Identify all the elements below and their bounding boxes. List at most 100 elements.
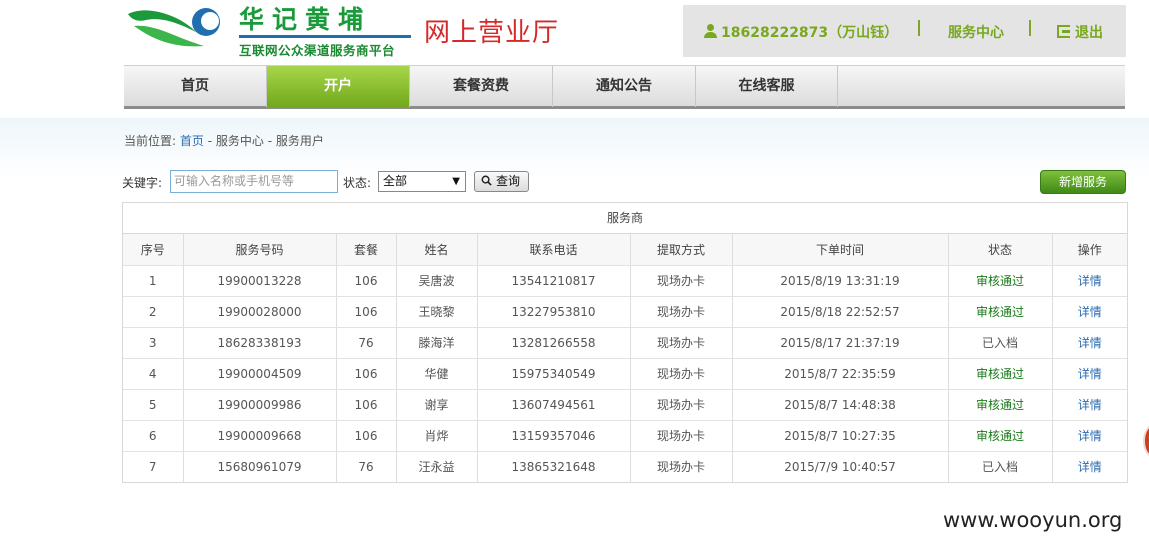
cell-order-time: 2015/8/7 14:48:38 (732, 389, 949, 421)
cell-service-number: 15680961079 (183, 451, 337, 482)
logout-label: 退出 (1075, 25, 1103, 41)
cell-pickup: 现场办卡 (630, 265, 733, 297)
main-nav: 首页 开户 套餐资费 通知公告 在线客服 (124, 65, 1125, 109)
details-link[interactable]: 详情 (1052, 327, 1127, 359)
breadcrumb: 当前位置: 首页 - 服务中心 - 服务用户 (124, 132, 324, 149)
nav-item-open-account[interactable]: 开户 (267, 66, 410, 107)
cell-pickup: 现场办卡 (630, 327, 733, 359)
cell-phone: 13541210817 (477, 265, 631, 297)
cell-pickup: 现场办卡 (630, 420, 733, 452)
keyword-input[interactable]: 可输入名称或手机号等 (170, 170, 338, 193)
details-link[interactable]: 详情 (1052, 265, 1127, 297)
cell-index: 5 (123, 389, 184, 421)
cell-order-time: 2015/8/19 13:31:19 (732, 265, 949, 297)
cell-service-number: 19900013228 (183, 265, 337, 297)
cell-plan: 106 (336, 296, 397, 328)
cell-plan: 106 (336, 420, 397, 452)
cell-order-time: 2015/8/7 10:27:35 (732, 420, 949, 452)
column-header-index: 序号 (123, 234, 184, 266)
column-header-name: 姓名 (396, 234, 478, 266)
brand-divider (239, 35, 411, 38)
cell-service-number: 19900004509 (183, 358, 337, 390)
user-bar: 18628222873（万山钰） 服务中心 退出 (683, 5, 1126, 57)
nav-item-home[interactable]: 首页 (124, 66, 267, 107)
column-header-action: 操作 (1052, 234, 1127, 266)
cell-phone: 13607494561 (477, 389, 631, 421)
details-link[interactable]: 详情 (1052, 389, 1127, 421)
cell-pickup: 现场办卡 (630, 389, 733, 421)
nav-item-notices[interactable]: 通知公告 (553, 66, 696, 107)
cell-name: 滕海洋 (396, 327, 478, 359)
query-button[interactable]: 查询 (474, 171, 529, 192)
service-center-link[interactable]: 服务中心 (948, 22, 1004, 42)
brand-name: 华记黄埔 (239, 5, 372, 34)
column-header-status: 状态 (948, 234, 1053, 266)
keyword-label: 关键字: (122, 176, 163, 190)
details-link[interactable]: 详情 (1052, 420, 1127, 452)
column-header-phone: 联系电话 (477, 234, 631, 266)
cell-name: 汪永益 (396, 451, 478, 482)
breadcrumb-prefix: 当前位置: (124, 134, 177, 148)
logout-icon (1057, 25, 1070, 38)
breadcrumb-home-link[interactable]: 首页 (180, 134, 204, 148)
divider (918, 20, 920, 36)
status-label: 状态: (343, 176, 372, 190)
table-header-row: 序号 服务号码 套餐 姓名 联系电话 提取方式 下单时间 状态 操作 (123, 234, 1127, 266)
cell-pickup: 现场办卡 (630, 296, 733, 328)
user-account-label: 18628222873（万山钰） (721, 25, 899, 41)
user-account[interactable]: 18628222873（万山钰） (704, 22, 898, 42)
cell-phone: 13865321648 (477, 451, 631, 482)
nav-item-plans[interactable]: 套餐资费 (410, 66, 553, 107)
search-icon (481, 175, 492, 186)
logout-link[interactable]: 退出 (1057, 22, 1103, 42)
cell-status: 审核通过 (948, 265, 1053, 297)
table-row: 2 19900028000 106 王晓黎 13227953810 现场办卡 2… (123, 296, 1127, 328)
cell-pickup: 现场办卡 (630, 451, 733, 482)
table-row: 7 15680961079 76 汪永益 13865321648 现场办卡 20… (123, 451, 1127, 482)
dropdown-arrow-icon: ▼ (452, 176, 460, 187)
search-bar: 关键字: 可输入名称或手机号等 状态: 全部 ▼ 查询 新增服务 (122, 170, 1126, 196)
details-link[interactable]: 详情 (1052, 451, 1127, 482)
site-title: 网上营业厅 (424, 18, 560, 48)
breadcrumb-separator: - (263, 134, 276, 148)
status-select[interactable]: 全部 ▼ (378, 171, 466, 192)
cell-plan: 76 (336, 327, 397, 359)
cell-plan: 106 (336, 358, 397, 390)
status-select-value: 全部 (383, 174, 408, 188)
table-row: 5 19900009986 106 谢享 13607494561 现场办卡 20… (123, 389, 1127, 421)
table-row: 1 19900013228 106 吴唐波 13541210817 现场办卡 2… (123, 265, 1127, 297)
cell-index: 4 (123, 358, 184, 390)
column-header-order-time: 下单时间 (732, 234, 949, 266)
cell-phone: 13281266558 (477, 327, 631, 359)
details-link[interactable]: 详情 (1052, 358, 1127, 390)
service-table: 服务商 序号 服务号码 套餐 姓名 联系电话 提取方式 下单时间 状态 操作 1… (122, 202, 1128, 483)
breadcrumb-current: 服务用户 (275, 134, 324, 148)
breadcrumb-separator: - (203, 134, 216, 148)
header: 华记黄埔 互联网公众渠道服务商平台 网上营业厅 18628222873（万山钰）… (0, 0, 1149, 118)
logo[interactable]: 华记黄埔 互联网公众渠道服务商平台 (126, 2, 416, 58)
cell-status: 审核通过 (948, 358, 1053, 390)
cell-phone: 13227953810 (477, 296, 631, 328)
cell-name: 肖烨 (396, 420, 478, 452)
cell-order-time: 2015/8/18 22:52:57 (732, 296, 949, 328)
details-link[interactable]: 详情 (1052, 296, 1127, 328)
query-button-label: 查询 (496, 174, 521, 188)
cell-status: 审核通过 (948, 420, 1053, 452)
cell-plan: 76 (336, 451, 397, 482)
table-row: 4 19900004509 106 华健 15975340549 现场办卡 20… (123, 358, 1127, 390)
cell-index: 6 (123, 420, 184, 452)
table-row: 6 19900009668 106 肖烨 13159357046 现场办卡 20… (123, 420, 1127, 452)
table-title: 服务商 (123, 203, 1127, 234)
logo-swoosh-icon (128, 8, 220, 47)
cell-index: 3 (123, 327, 184, 359)
cell-index: 2 (123, 296, 184, 328)
brand-subtitle: 互联网公众渠道服务商平台 (239, 43, 396, 58)
cell-name: 谢享 (396, 389, 478, 421)
cell-service-number: 19900009986 (183, 389, 337, 421)
add-service-button[interactable]: 新增服务 (1040, 170, 1126, 194)
watermark: www.wooyun.org (943, 508, 1123, 532)
nav-item-online-service[interactable]: 在线客服 (696, 66, 838, 107)
cell-phone: 13159357046 (477, 420, 631, 452)
floating-service-icon[interactable] (1143, 424, 1149, 458)
cell-service-number: 19900028000 (183, 296, 337, 328)
